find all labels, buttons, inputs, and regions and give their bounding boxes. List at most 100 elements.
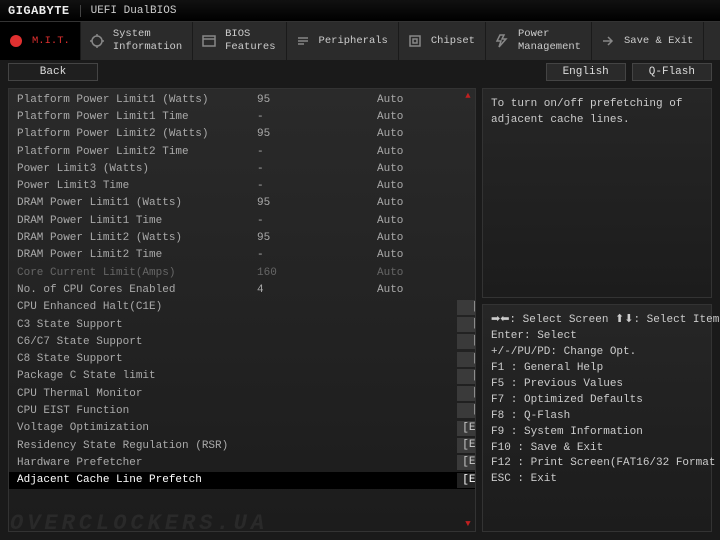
setting-row[interactable]: Power Limit3 Time-Auto xyxy=(9,177,475,194)
setting-row[interactable]: No. of CPU Cores Enabled4Auto xyxy=(9,281,475,298)
settings-list: ▲ Platform Power Limit1 (Watts)95AutoPla… xyxy=(8,88,476,532)
back-button[interactable]: Back xyxy=(8,63,98,81)
setting-row[interactable]: DRAM Power Limit1 Time-Auto xyxy=(9,212,475,229)
setting-row[interactable]: Platform Power Limit1 (Watts)95Auto xyxy=(9,91,475,108)
setting-row[interactable]: Residency State Regulation (RSR)[Enabled… xyxy=(9,437,475,454)
brand: GIGABYTE xyxy=(8,4,70,18)
setting-label: C3 State Support xyxy=(17,319,257,331)
setting-value: Auto xyxy=(377,111,457,123)
setting-value-box[interactable]: [Auto] xyxy=(457,386,476,401)
setting-number: - xyxy=(257,146,377,158)
setting-row[interactable]: Voltage Optimization[Enabled] xyxy=(9,420,475,437)
setting-number: 95 xyxy=(257,128,377,140)
setting-label: C6/C7 State Support xyxy=(17,336,257,348)
setting-value-box[interactable]: [Auto] xyxy=(457,317,476,332)
setting-row[interactable]: Hardware Prefetcher[Enabled] xyxy=(9,454,475,471)
setting-value-box[interactable]: [Auto] xyxy=(457,300,476,315)
setting-number: - xyxy=(257,180,377,192)
setting-value: Auto xyxy=(377,163,457,175)
title-bar: GIGABYTE UEFI DualBIOS xyxy=(0,0,720,22)
setting-value: Auto xyxy=(377,267,457,279)
setting-value-box[interactable]: [Auto] xyxy=(457,352,476,367)
tab-m-i-t-[interactable]: M.I.T. xyxy=(0,22,81,60)
setting-value: Auto xyxy=(377,284,457,296)
sub-toolbar: Back English Q-Flash xyxy=(0,60,720,84)
help-line: F8 : Q-Flash xyxy=(491,409,703,425)
setting-label: Power Limit3 (Watts) xyxy=(17,163,257,175)
setting-value: Auto xyxy=(377,180,457,192)
setting-row[interactable]: CPU Enhanced Halt(C1E) [Auto] xyxy=(9,299,475,316)
setting-row[interactable]: C8 State Support[Auto] xyxy=(9,350,475,367)
setting-label: Platform Power Limit1 Time xyxy=(17,111,257,123)
setting-value: Auto xyxy=(377,249,457,261)
setting-label: Adjacent Cache Line Prefetch xyxy=(17,474,257,486)
setting-row[interactable]: CPU EIST Function[Auto] xyxy=(9,402,475,419)
tab-label: M.I.T. xyxy=(32,35,70,48)
setting-row[interactable]: Adjacent Cache Line Prefetch [Enabled] xyxy=(9,472,475,489)
setting-row[interactable]: Package C State limit [AUTO] xyxy=(9,368,475,385)
brand-sub: UEFI DualBIOS xyxy=(80,5,177,17)
setting-number: - xyxy=(257,249,377,261)
setting-row[interactable]: Platform Power Limit2 Time-Auto xyxy=(9,143,475,160)
setting-value-box[interactable]: [Enabled] xyxy=(457,421,476,436)
tab-system[interactable]: SystemInformation xyxy=(81,22,193,60)
tab-chipset[interactable]: Chipset xyxy=(399,22,486,60)
tab-power[interactable]: PowerManagement xyxy=(486,22,592,60)
tab-label: Power xyxy=(518,28,581,41)
setting-label: Platform Power Limit2 (Watts) xyxy=(17,128,257,140)
help-panel: ➡⬅: Select Screen ⬆⬇: Select ItemEnter: … xyxy=(482,304,712,532)
scroll-up-icon[interactable]: ▲ xyxy=(463,91,473,101)
tab-save-exit[interactable]: Save & Exit xyxy=(592,22,704,60)
setting-label: Package C State limit xyxy=(17,370,257,382)
qflash-button[interactable]: Q-Flash xyxy=(632,63,712,81)
setting-value-box[interactable]: [Enabled] xyxy=(457,473,476,488)
setting-label: CPU Enhanced Halt(C1E) xyxy=(17,301,257,313)
setting-number: 95 xyxy=(257,94,377,106)
setting-row[interactable]: DRAM Power Limit2 (Watts)95Auto xyxy=(9,229,475,246)
setting-number: 4 xyxy=(257,284,377,296)
setting-number: 95 xyxy=(257,232,377,244)
help-line: F9 : System Information xyxy=(491,425,703,441)
setting-label: DRAM Power Limit1 Time xyxy=(17,215,257,227)
bios-icon xyxy=(201,33,217,49)
tab-label: BIOS xyxy=(225,28,275,41)
gear-icon xyxy=(89,33,105,49)
help-line: ESC : Exit xyxy=(491,472,703,488)
mit-icon xyxy=(8,33,24,49)
power-icon xyxy=(494,33,510,49)
setting-value: Auto xyxy=(377,128,457,140)
setting-row[interactable]: CPU Thermal Monitor[Auto] xyxy=(9,385,475,402)
help-line: Enter: Select xyxy=(491,329,703,345)
setting-label: No. of CPU Cores Enabled xyxy=(17,284,257,296)
setting-row[interactable]: Platform Power Limit1 Time-Auto xyxy=(9,108,475,125)
setting-row[interactable]: C3 State Support [Auto] xyxy=(9,316,475,333)
scroll-down-icon[interactable]: ▼ xyxy=(463,519,473,529)
tab-label: Save & Exit xyxy=(624,35,693,48)
setting-row[interactable]: Power Limit3 (Watts)-Auto xyxy=(9,160,475,177)
help-line: F7 : Optimized Defaults xyxy=(491,393,703,409)
setting-row[interactable]: C6/C7 State Support [Auto] xyxy=(9,333,475,350)
tab-bios[interactable]: BIOSFeatures xyxy=(193,22,286,60)
setting-value-box[interactable]: [Auto] xyxy=(457,403,476,418)
language-button[interactable]: English xyxy=(546,63,626,81)
setting-value-box[interactable]: [Auto] xyxy=(457,334,476,349)
setting-value-box[interactable]: [Enabled] xyxy=(457,455,476,470)
tab-label: System xyxy=(113,28,182,41)
setting-label: DRAM Power Limit2 Time xyxy=(17,249,257,261)
setting-row[interactable]: Core Current Limit(Amps)160Auto xyxy=(9,264,475,281)
setting-value-box[interactable]: [AUTO] xyxy=(457,369,476,384)
setting-row[interactable]: DRAM Power Limit1 (Watts)95Auto xyxy=(9,195,475,212)
setting-label: Power Limit3 Time xyxy=(17,180,257,192)
help-line: ➡⬅: Select Screen ⬆⬇: Select Item xyxy=(491,313,703,329)
tab-label: Chipset xyxy=(431,35,475,48)
tab-label2: Management xyxy=(518,41,581,54)
chipset-icon xyxy=(407,33,423,49)
setting-number: - xyxy=(257,163,377,175)
tab-peripherals[interactable]: Peripherals xyxy=(287,22,399,60)
setting-row[interactable]: Platform Power Limit2 (Watts)95Auto xyxy=(9,126,475,143)
main-tabs: M.I.T. SystemInformationBIOSFeaturesPerip… xyxy=(0,22,720,60)
setting-value-box[interactable]: [Enabled] xyxy=(457,438,476,453)
setting-row[interactable]: DRAM Power Limit2 Time-Auto xyxy=(9,247,475,264)
description-text: To turn on/off prefetching of adjacent c… xyxy=(491,98,682,126)
help-line: F1 : General Help xyxy=(491,361,703,377)
